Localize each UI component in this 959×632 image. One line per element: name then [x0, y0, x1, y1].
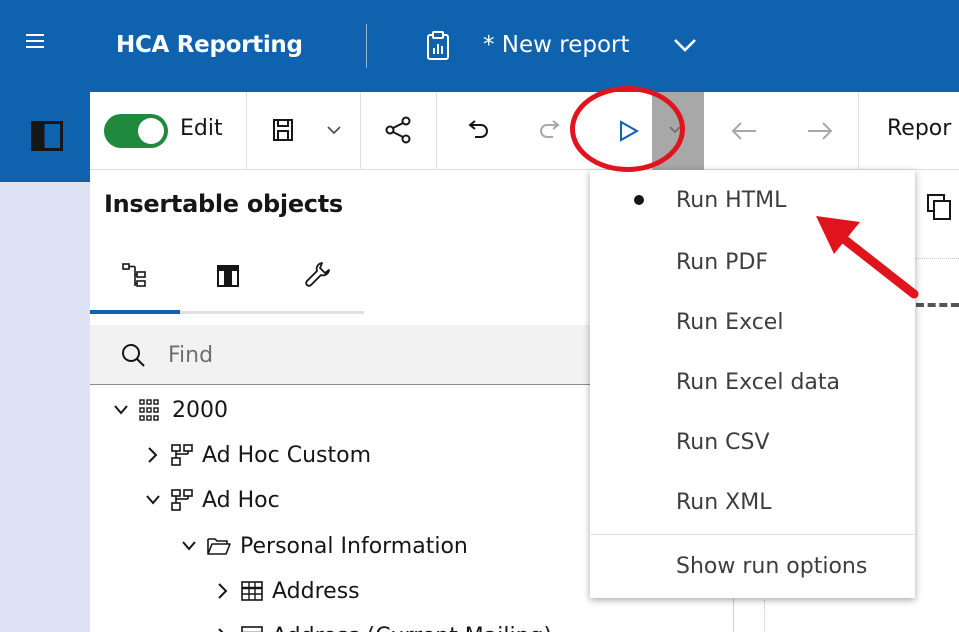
menu-item-label: Run PDF [676, 249, 769, 275]
tree-item-label: Address (Current Mailing) [272, 624, 552, 632]
toolbar-divider [246, 92, 247, 170]
tree-item-label: Ad Hoc Custom [202, 442, 371, 468]
chevron-down-icon[interactable] [180, 539, 198, 553]
chevron-down-icon[interactable] [672, 35, 698, 55]
search-icon [122, 344, 145, 367]
menu-item-label: Run Excel data [676, 369, 841, 395]
chevron-right-icon[interactable] [214, 627, 232, 632]
header-divider [366, 24, 367, 68]
table-icon [241, 626, 263, 632]
report-icon [427, 31, 449, 60]
panel-title: Insertable objects [104, 190, 343, 218]
menu-divider [590, 534, 915, 535]
edit-label: Edit [180, 116, 223, 141]
folder-open-icon [207, 538, 231, 555]
wrench-icon[interactable] [304, 260, 332, 288]
tree-item-label: Personal Information [240, 533, 468, 559]
toolbox-icon[interactable] [216, 264, 240, 288]
namespace-icon [171, 489, 193, 511]
annotation-arrow-icon [816, 216, 919, 299]
forward-arrow-icon[interactable] [806, 120, 834, 142]
tree-item[interactable]: Ad Hoc Custom [144, 435, 371, 475]
chevron-down-icon[interactable] [112, 403, 130, 417]
menu-item-label: Run CSV [676, 429, 770, 455]
chevron-down-icon[interactable] [144, 493, 162, 507]
canvas-dashed-border [916, 303, 959, 307]
run-excel-data-item[interactable]: Run Excel data [590, 352, 915, 412]
table-icon [241, 581, 263, 601]
canvas-guide [916, 258, 959, 259]
toolbar-divider [858, 92, 859, 170]
show-run-options-item[interactable]: Show run options [590, 536, 915, 596]
run-csv-item[interactable]: Run CSV [590, 412, 915, 472]
hamburger-menu-icon[interactable] [26, 34, 44, 50]
active-tab-indicator [90, 310, 180, 314]
search-input[interactable] [168, 338, 568, 372]
package-icon [139, 399, 159, 421]
tree-item[interactable]: Ad Hoc [144, 480, 280, 520]
tree-item[interactable]: 2000 [112, 390, 228, 430]
tree-item[interactable]: Address (Current Mailing) [214, 616, 552, 632]
redo-icon[interactable] [537, 120, 563, 142]
tree-item-label: Ad Hoc [202, 487, 280, 513]
menu-item-label: Run Excel [676, 309, 784, 335]
save-options-chevron-icon[interactable] [326, 124, 342, 136]
selected-indicator-icon [634, 195, 644, 205]
namespace-icon [171, 444, 193, 466]
toolbar-divider [360, 92, 361, 170]
edit-toggle[interactable] [104, 114, 168, 148]
canvas-guide [764, 600, 765, 632]
tree-item-label: Address [272, 578, 360, 604]
app-title[interactable]: HCA Reporting [116, 32, 303, 58]
tree-item[interactable]: Personal Information [180, 526, 468, 566]
report-title[interactable]: * New report [483, 32, 630, 58]
copy-icon[interactable] [926, 193, 952, 221]
menu-item-label: Run HTML [676, 187, 787, 213]
annotation-circle [570, 86, 685, 172]
save-icon[interactable] [272, 118, 294, 142]
side-panel-icon[interactable] [31, 121, 63, 151]
tree-item[interactable]: Address [214, 571, 360, 611]
chevron-right-icon[interactable] [144, 446, 162, 464]
report-tab-label[interactable]: Repor [887, 116, 951, 141]
undo-icon[interactable] [465, 120, 491, 142]
tree-item-label: 2000 [172, 397, 228, 423]
toolbar-divider [436, 92, 437, 170]
back-arrow-icon[interactable] [730, 120, 758, 142]
menu-item-label: Run XML [676, 489, 772, 515]
chevron-right-icon[interactable] [214, 582, 232, 600]
source-tree-icon[interactable] [121, 262, 151, 290]
share-icon[interactable] [384, 116, 412, 144]
run-xml-item[interactable]: Run XML [590, 472, 915, 532]
menu-item-label: Show run options [676, 553, 868, 579]
